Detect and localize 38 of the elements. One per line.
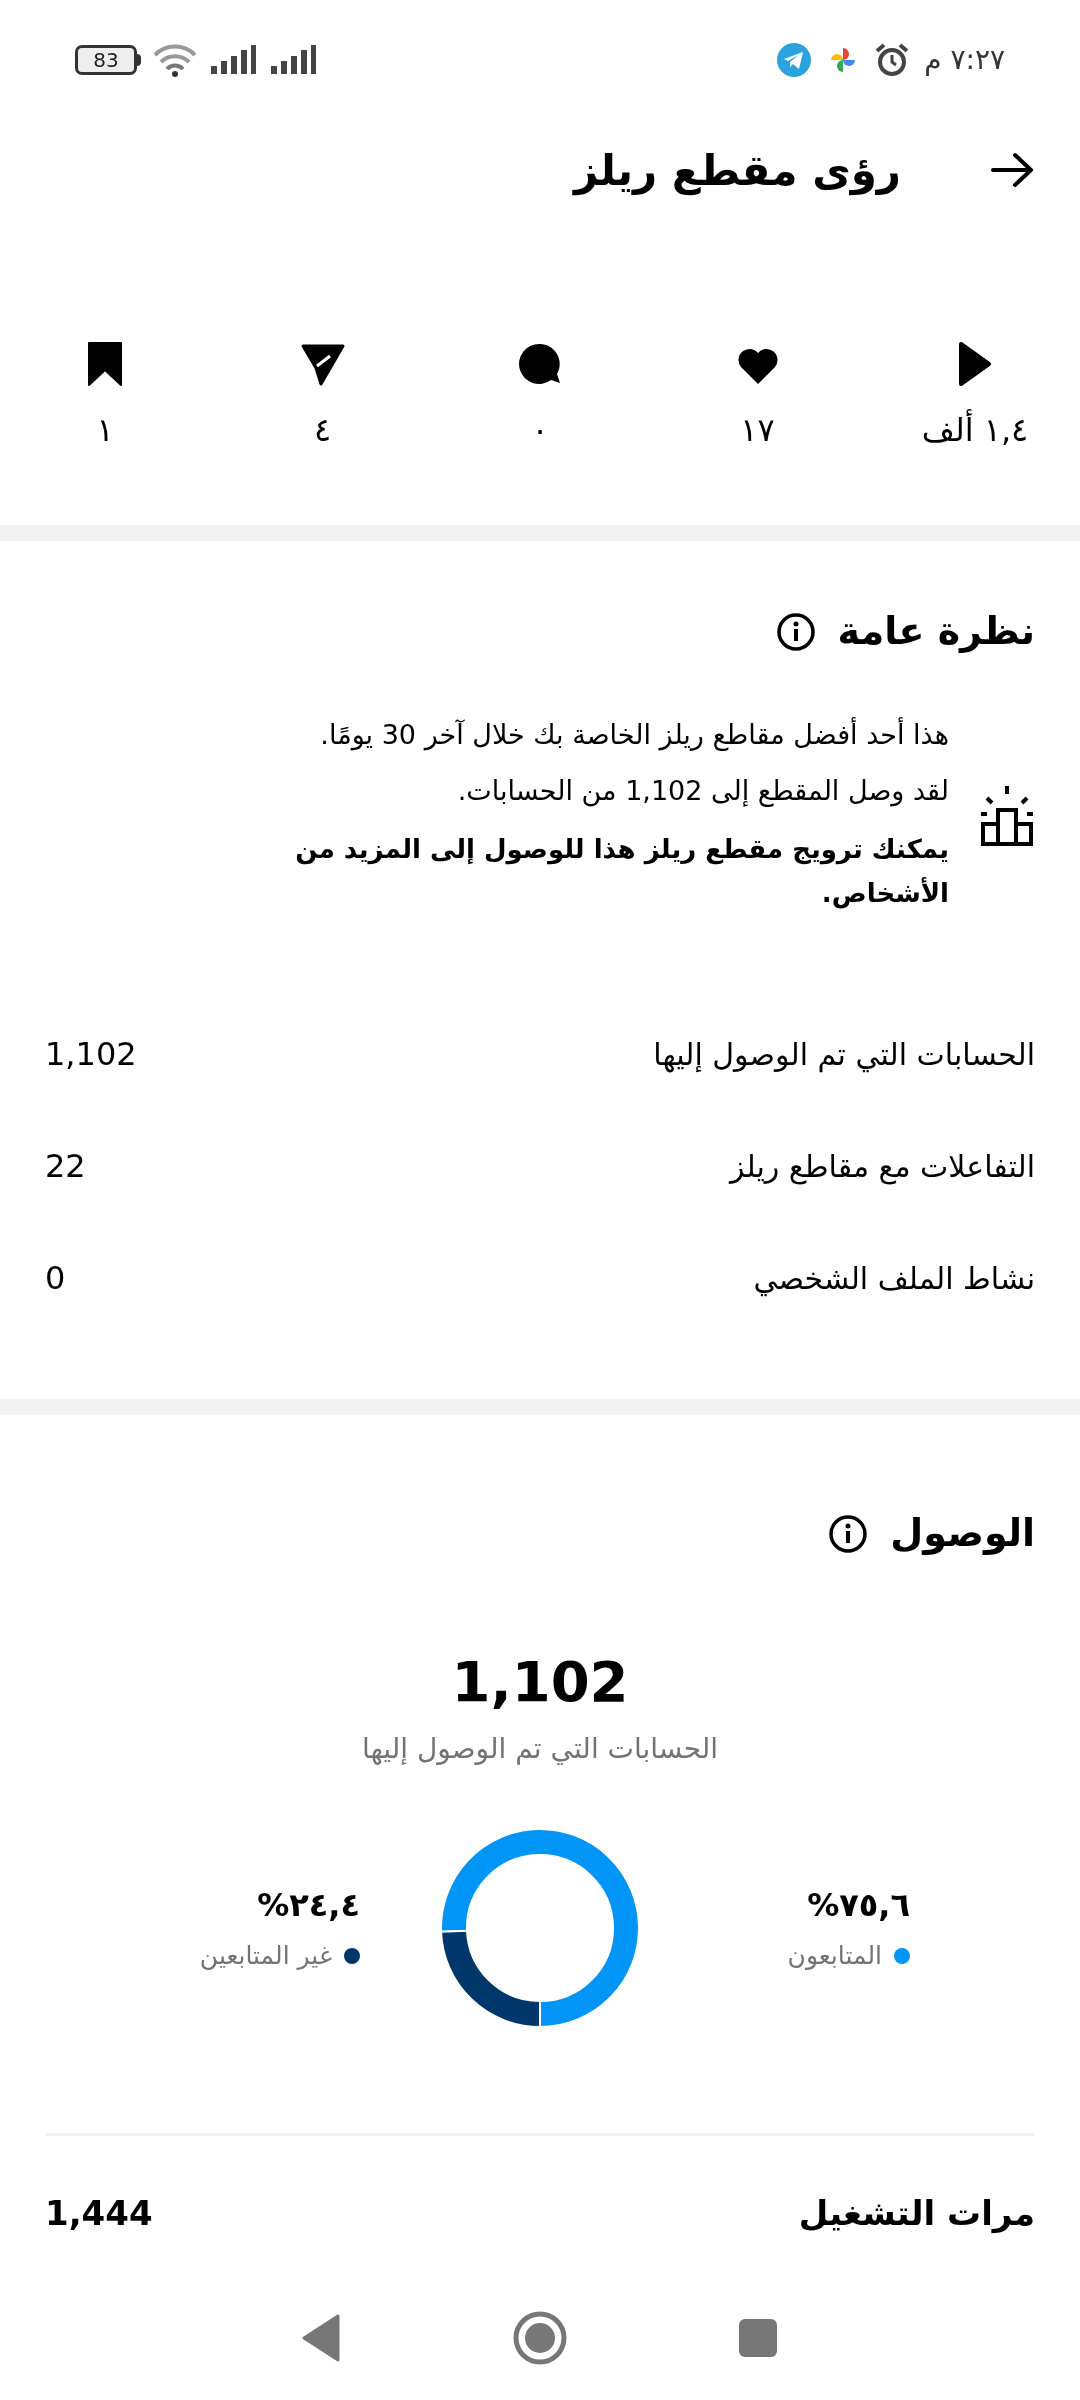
stat-value: ٤ xyxy=(313,410,332,451)
insight-text: لقد وصل المقطع إلى 1,102 من الحسابات. xyxy=(456,774,949,809)
info-icon[interactable] xyxy=(775,611,816,652)
insight-text: يمكنك ترويج مقطع ريلز هذا للوصول إلى المزيد من الأشخاص. xyxy=(294,833,949,911)
stat-value: ١٧ xyxy=(740,410,775,451)
recents-icon[interactable] xyxy=(738,2317,778,2358)
back-arrow-icon[interactable] xyxy=(991,152,1035,188)
alarm-icon xyxy=(874,42,911,78)
wifi-icon xyxy=(153,43,197,77)
legend-percent: ٢٤,٤% xyxy=(256,1885,360,1927)
stat-value: ٠ xyxy=(531,410,549,451)
legend-percent: ٧٥,٦% xyxy=(806,1885,910,1927)
legend-label: غير المتابعين xyxy=(199,1940,332,1973)
signal-icon xyxy=(269,44,317,76)
stat-value: ١,٤ ألف xyxy=(921,408,1029,451)
insight-text: هذا أحد أفضل مقاطع ريلز الخاصة بك خلال آخر 30 يومًا. xyxy=(319,716,949,753)
metric-value: 22 xyxy=(45,1146,86,1187)
page-title: رؤى مقطع ريلز xyxy=(573,144,901,198)
metric-label: الحسابات التي تم الوصول إليها xyxy=(653,1035,1035,1075)
metric-label: نشاط الملف الشخصي xyxy=(753,1259,1035,1299)
section-title: نظرة عامة xyxy=(837,608,1035,655)
metric-value: 0 xyxy=(45,1258,66,1299)
home-icon[interactable] xyxy=(512,2309,568,2366)
info-icon[interactable] xyxy=(828,1513,869,1554)
clock-time: ٧:٢٧ م xyxy=(924,42,1005,78)
section-title: الوصول xyxy=(890,1510,1035,1557)
battery-indicator: 83 xyxy=(75,45,141,75)
metric-value: 1,444 xyxy=(45,2196,153,2230)
podium-icon xyxy=(979,784,1035,846)
stat-value: ١ xyxy=(96,410,114,451)
paper-plane-icon xyxy=(776,42,813,78)
reach-label: الحسابات التي تم الوصول إليها xyxy=(361,1731,719,1767)
metric-value: 1,102 xyxy=(45,1034,137,1075)
legend-label: المتابعون xyxy=(787,1940,882,1973)
back-icon[interactable] xyxy=(302,2313,342,2362)
signal-icon xyxy=(209,44,257,76)
metric-label: التفاعلات مع مقاطع ريلز xyxy=(729,1147,1035,1187)
reach-total: 1,102 xyxy=(451,1654,629,1710)
